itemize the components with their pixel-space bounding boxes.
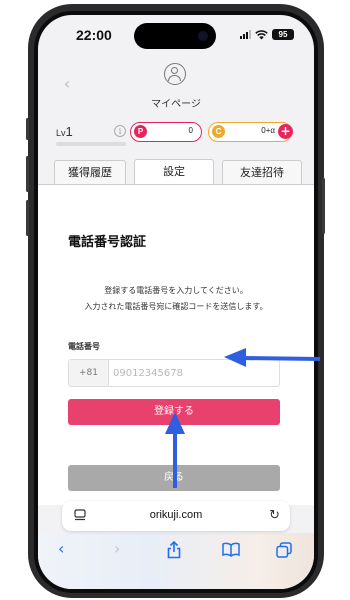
annotation-layer: [165, 348, 321, 488]
screenshot: 22:00 95 ‹ マイページ Lv1 i P 0 C 0+α + 獲得履歴 …: [0, 0, 350, 600]
arrow-to-register-button: [165, 412, 185, 488]
arrow-to-phone-input: [224, 348, 321, 367]
